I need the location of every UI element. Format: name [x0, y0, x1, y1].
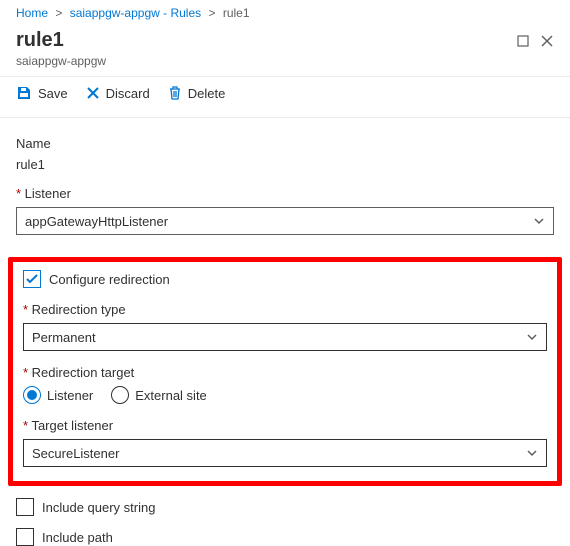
radio-external-label: External site: [135, 388, 207, 403]
page-title: rule1: [16, 28, 516, 52]
close-icon[interactable]: [540, 34, 554, 48]
redirection-type-select[interactable]: Permanent: [23, 323, 547, 351]
delete-button[interactable]: Delete: [168, 85, 226, 101]
page-subtitle: saiappgw-appgw: [16, 54, 516, 68]
breadcrumb: Home > saiappgw-appgw - Rules > rule1: [0, 0, 570, 24]
radio-listener-label: Listener: [47, 388, 93, 403]
target-listener-select[interactable]: SecureListener: [23, 439, 547, 467]
listener-label: Listener: [16, 186, 554, 201]
name-value: rule1: [16, 157, 554, 172]
target-listener-label: Target listener: [23, 418, 547, 433]
radio-listener[interactable]: Listener: [23, 386, 93, 404]
redirection-type-label: Redirection type: [23, 302, 547, 317]
breadcrumb-home[interactable]: Home: [16, 6, 48, 20]
breadcrumb-separator: >: [55, 6, 62, 20]
redirection-highlight: Configure redirection Redirection type P…: [8, 257, 562, 486]
configure-redirection-checkbox[interactable]: [23, 270, 41, 288]
radio-external-site[interactable]: External site: [111, 386, 207, 404]
listener-value: appGatewayHttpListener: [25, 214, 168, 229]
redirection-type-value: Permanent: [32, 330, 96, 345]
save-label: Save: [38, 86, 68, 101]
delete-icon: [168, 85, 182, 101]
breadcrumb-separator: >: [208, 6, 215, 20]
discard-icon: [86, 86, 100, 100]
restore-icon[interactable]: [516, 34, 530, 48]
configure-redirection-label: Configure redirection: [49, 272, 170, 287]
breadcrumb-current: rule1: [223, 6, 250, 20]
discard-label: Discard: [106, 86, 150, 101]
chevron-down-icon: [533, 215, 545, 227]
redirection-target-label: Redirection target: [23, 365, 547, 380]
include-path-checkbox[interactable]: [16, 528, 34, 546]
save-button[interactable]: Save: [16, 85, 68, 101]
include-path-label: Include path: [42, 530, 113, 545]
chevron-down-icon: [526, 447, 538, 459]
toolbar: Save Discard Delete: [0, 77, 570, 109]
include-query-checkbox[interactable]: [16, 498, 34, 516]
include-query-label: Include query string: [42, 500, 155, 515]
save-icon: [16, 85, 32, 101]
breadcrumb-parent[interactable]: saiappgw-appgw - Rules: [70, 6, 201, 20]
name-label: Name: [16, 136, 554, 151]
delete-label: Delete: [188, 86, 226, 101]
radio-icon: [111, 386, 129, 404]
radio-icon: [23, 386, 41, 404]
target-listener-value: SecureListener: [32, 446, 119, 461]
chevron-down-icon: [526, 331, 538, 343]
listener-select[interactable]: appGatewayHttpListener: [16, 207, 554, 235]
discard-button[interactable]: Discard: [86, 86, 150, 101]
